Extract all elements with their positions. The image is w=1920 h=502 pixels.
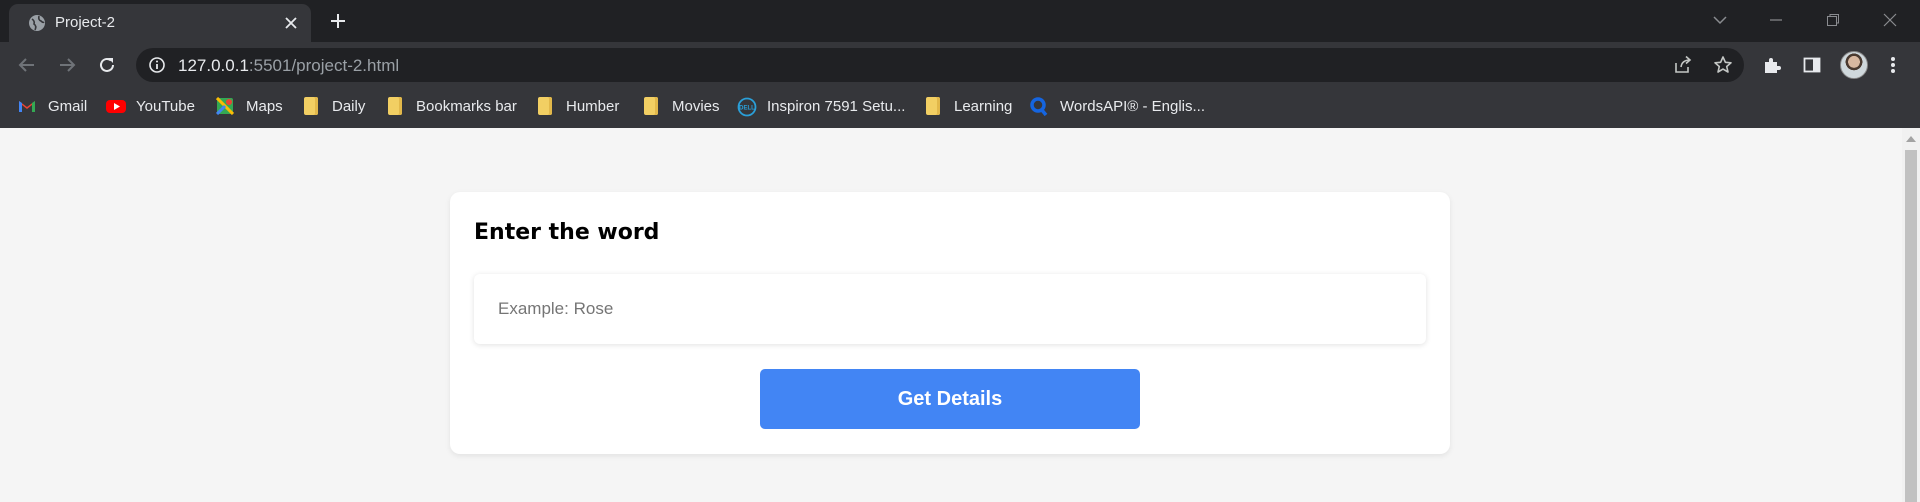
bookmark-wordsapi[interactable]: WordsAPI® - Englis... [1030,94,1205,118]
scroll-up-arrow-icon[interactable] [1906,136,1916,142]
bookmark-label: WordsAPI® - Englis... [1060,97,1205,115]
folder-icon [926,97,940,115]
share-icon[interactable] [1672,54,1694,76]
bookmark-label: Maps [246,97,283,115]
reload-icon[interactable] [93,51,121,79]
restore-icon[interactable] [1819,6,1847,34]
svg-text:DELL: DELL [739,106,755,112]
page-scrollbar[interactable] [1902,128,1920,502]
new-tab-icon[interactable] [326,9,350,33]
address-bar[interactable]: 127.0.0.1:5501/project-2.html [136,48,1744,82]
word-search-card: Enter the word Get Details [450,192,1450,454]
bookmark-youtube[interactable]: YouTube [106,94,195,118]
url-text: 127.0.0.1:5501/project-2.html [178,56,399,76]
maps-icon [215,96,235,116]
get-details-button[interactable]: Get Details [760,369,1140,429]
bookmark-label: YouTube [136,97,195,115]
close-tab-icon[interactable] [279,11,303,35]
folder-icon [388,97,402,115]
bookmark-label: Gmail [48,97,88,115]
menu-kebab-icon[interactable] [1880,52,1906,78]
bookmark-bookmarks-bar[interactable]: Bookmarks bar [386,94,517,118]
bookmark-movies[interactable]: Movies [642,94,720,118]
youtube-icon [106,97,126,115]
word-input[interactable] [474,274,1426,344]
bookmark-learning[interactable]: Learning [924,94,1012,118]
minimize-icon[interactable] [1762,6,1790,34]
bookmark-daily[interactable]: Daily [302,94,365,118]
url-path: :5501/project-2.html [248,56,400,75]
bookmark-label: Daily [332,97,366,115]
bookmark-label: Inspiron 7591 Setu... [767,97,906,115]
bookmark-star-icon[interactable] [1712,54,1734,76]
tab-search-chevron-icon[interactable] [1706,6,1734,34]
extensions-icon[interactable] [1759,52,1785,78]
site-info-icon[interactable] [148,56,166,74]
toolbar: 127.0.0.1:5501/project-2.html [0,42,1920,87]
tab-title: Project-2 [55,14,116,31]
wordsapi-icon [1030,97,1048,117]
folder-icon [644,97,658,115]
bookmark-inspiron[interactable]: DELL Inspiron 7591 Setu... [737,94,905,118]
tab-project-2[interactable]: Project-2 [9,4,311,42]
scroll-thumb[interactable] [1905,150,1917,502]
folder-icon [304,97,318,115]
folder-icon [538,97,552,115]
browser-chrome: Project-2 127.0.0.1:5501/project-2.html … [0,0,1920,128]
gmail-icon [18,97,36,115]
bookmark-label: Bookmarks bar [416,97,517,115]
side-panel-icon[interactable] [1799,52,1825,78]
close-window-icon[interactable] [1876,6,1904,34]
profile-avatar[interactable] [1840,51,1868,79]
bookmark-label: Movies [672,97,720,115]
url-host: 127.0.0.1 [178,56,249,75]
dell-icon: DELL [737,97,757,117]
card-title: Enter the word [474,220,660,245]
bookmark-label: Humber [566,97,620,115]
forward-icon[interactable] [53,51,81,79]
bookmarks-bar: Gmail YouTube Maps Daily Bookmarks bar H… [0,92,1920,120]
back-icon[interactable] [13,51,41,79]
bookmark-maps[interactable]: Maps [215,94,283,118]
bookmark-gmail[interactable]: Gmail [18,94,87,118]
bookmark-humber[interactable]: Humber [536,94,619,118]
tab-strip: Project-2 [0,0,1920,42]
globe-icon [27,13,47,33]
bookmark-label: Learning [954,97,1013,115]
